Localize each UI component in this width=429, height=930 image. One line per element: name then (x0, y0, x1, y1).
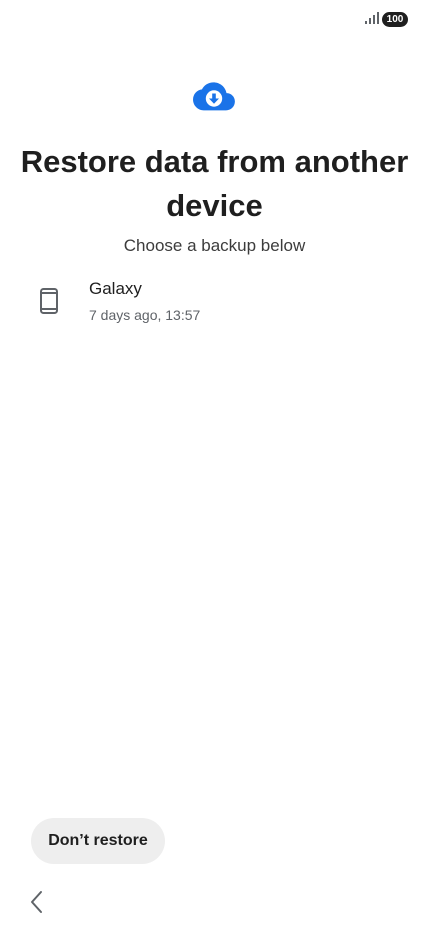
battery-icon: 100 (382, 12, 408, 27)
page-title: Restore data from another device (20, 144, 409, 223)
dont-restore-button[interactable]: Don’t restore (31, 818, 165, 864)
cloud-download-icon (193, 82, 235, 111)
backup-timestamp: 7 days ago, 13:57 (89, 307, 201, 323)
battery-level: 100 (386, 14, 404, 25)
page-subtitle: Choose a backup below (123, 236, 306, 255)
chevron-left-icon[interactable] (26, 889, 48, 915)
phone-icon (40, 288, 58, 314)
signal-icon (365, 12, 379, 24)
backup-item-galaxy[interactable]: Galaxy 7 days ago, 13:57 (16, 268, 413, 338)
status-bar: 100 (0, 0, 429, 40)
backup-device-name: Galaxy (89, 279, 142, 298)
